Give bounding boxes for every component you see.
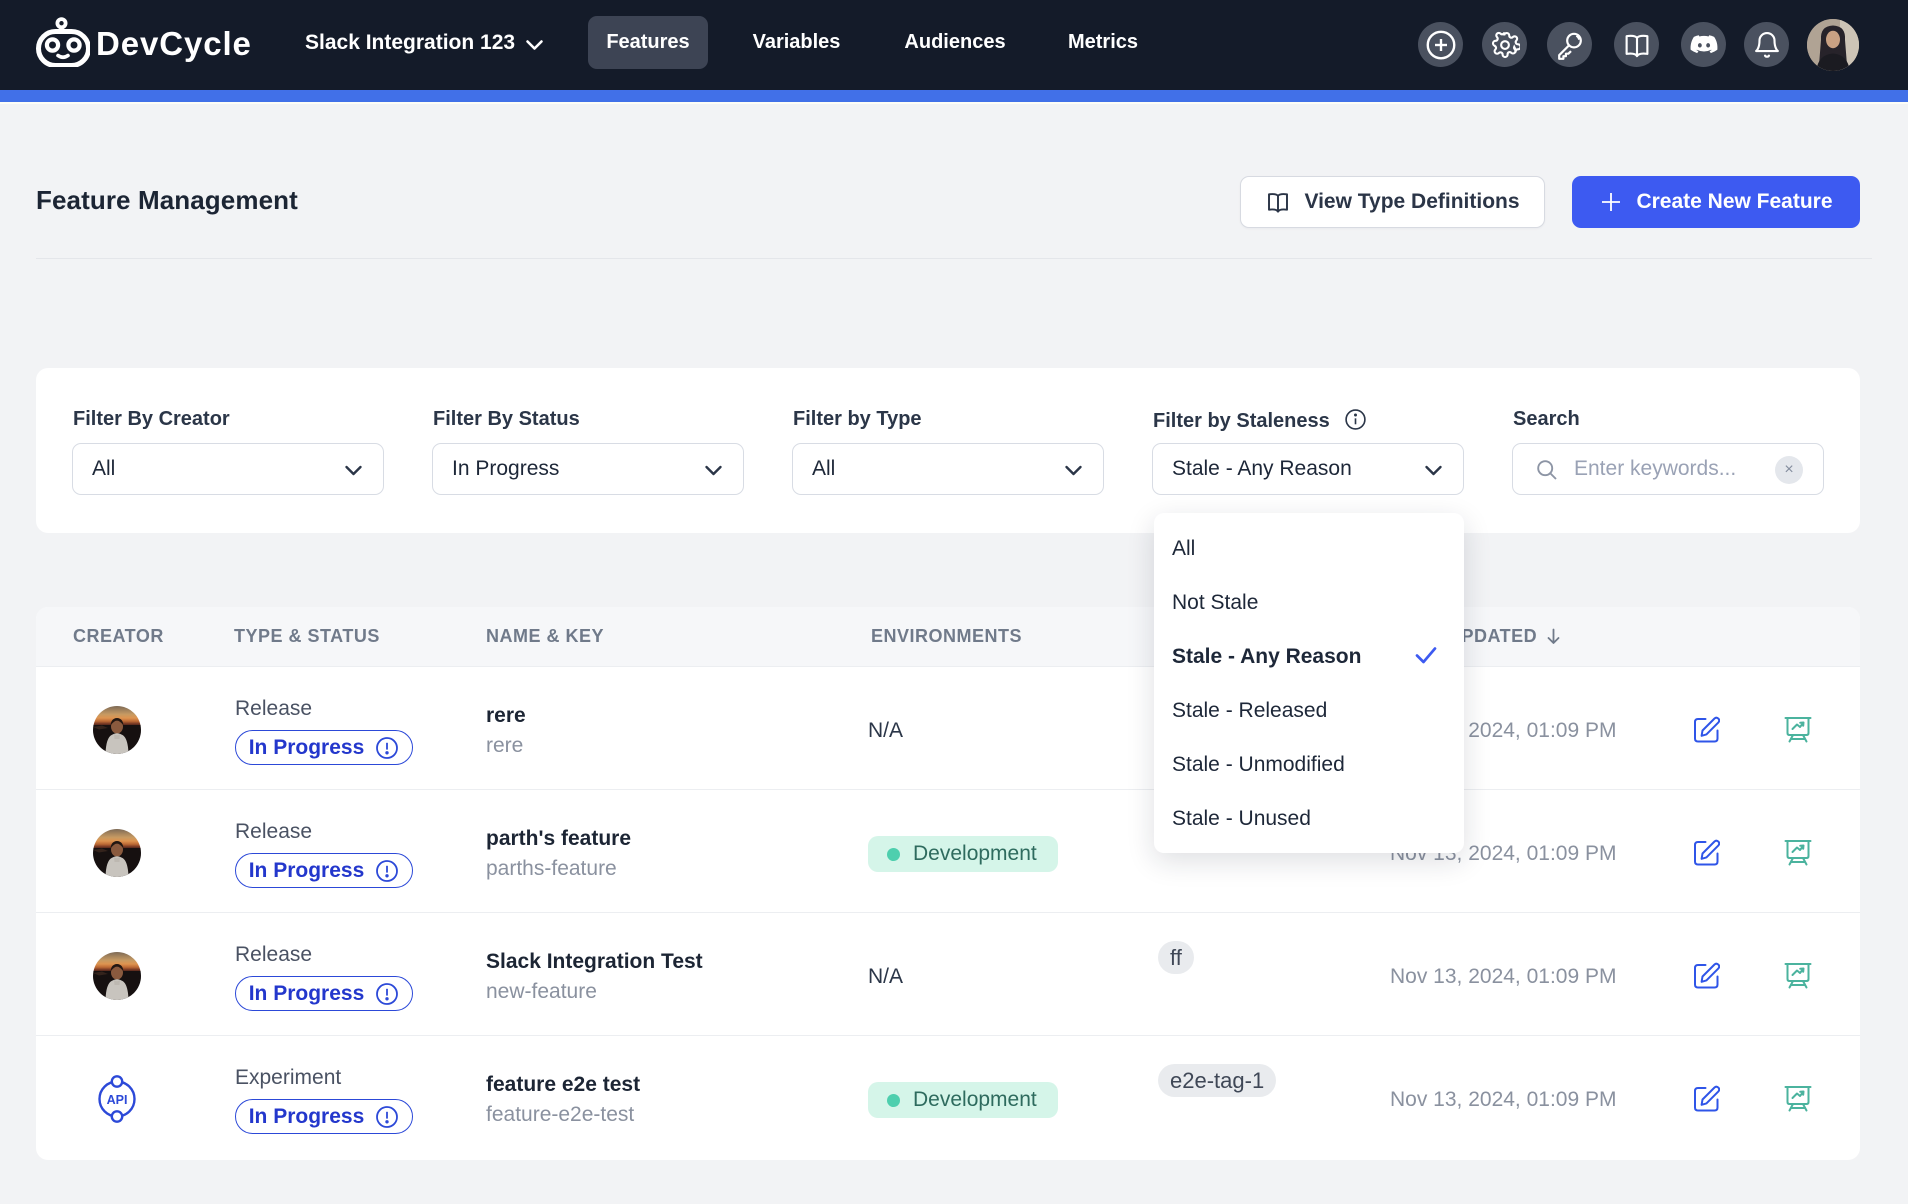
svg-text:API: API <box>107 1093 128 1107</box>
